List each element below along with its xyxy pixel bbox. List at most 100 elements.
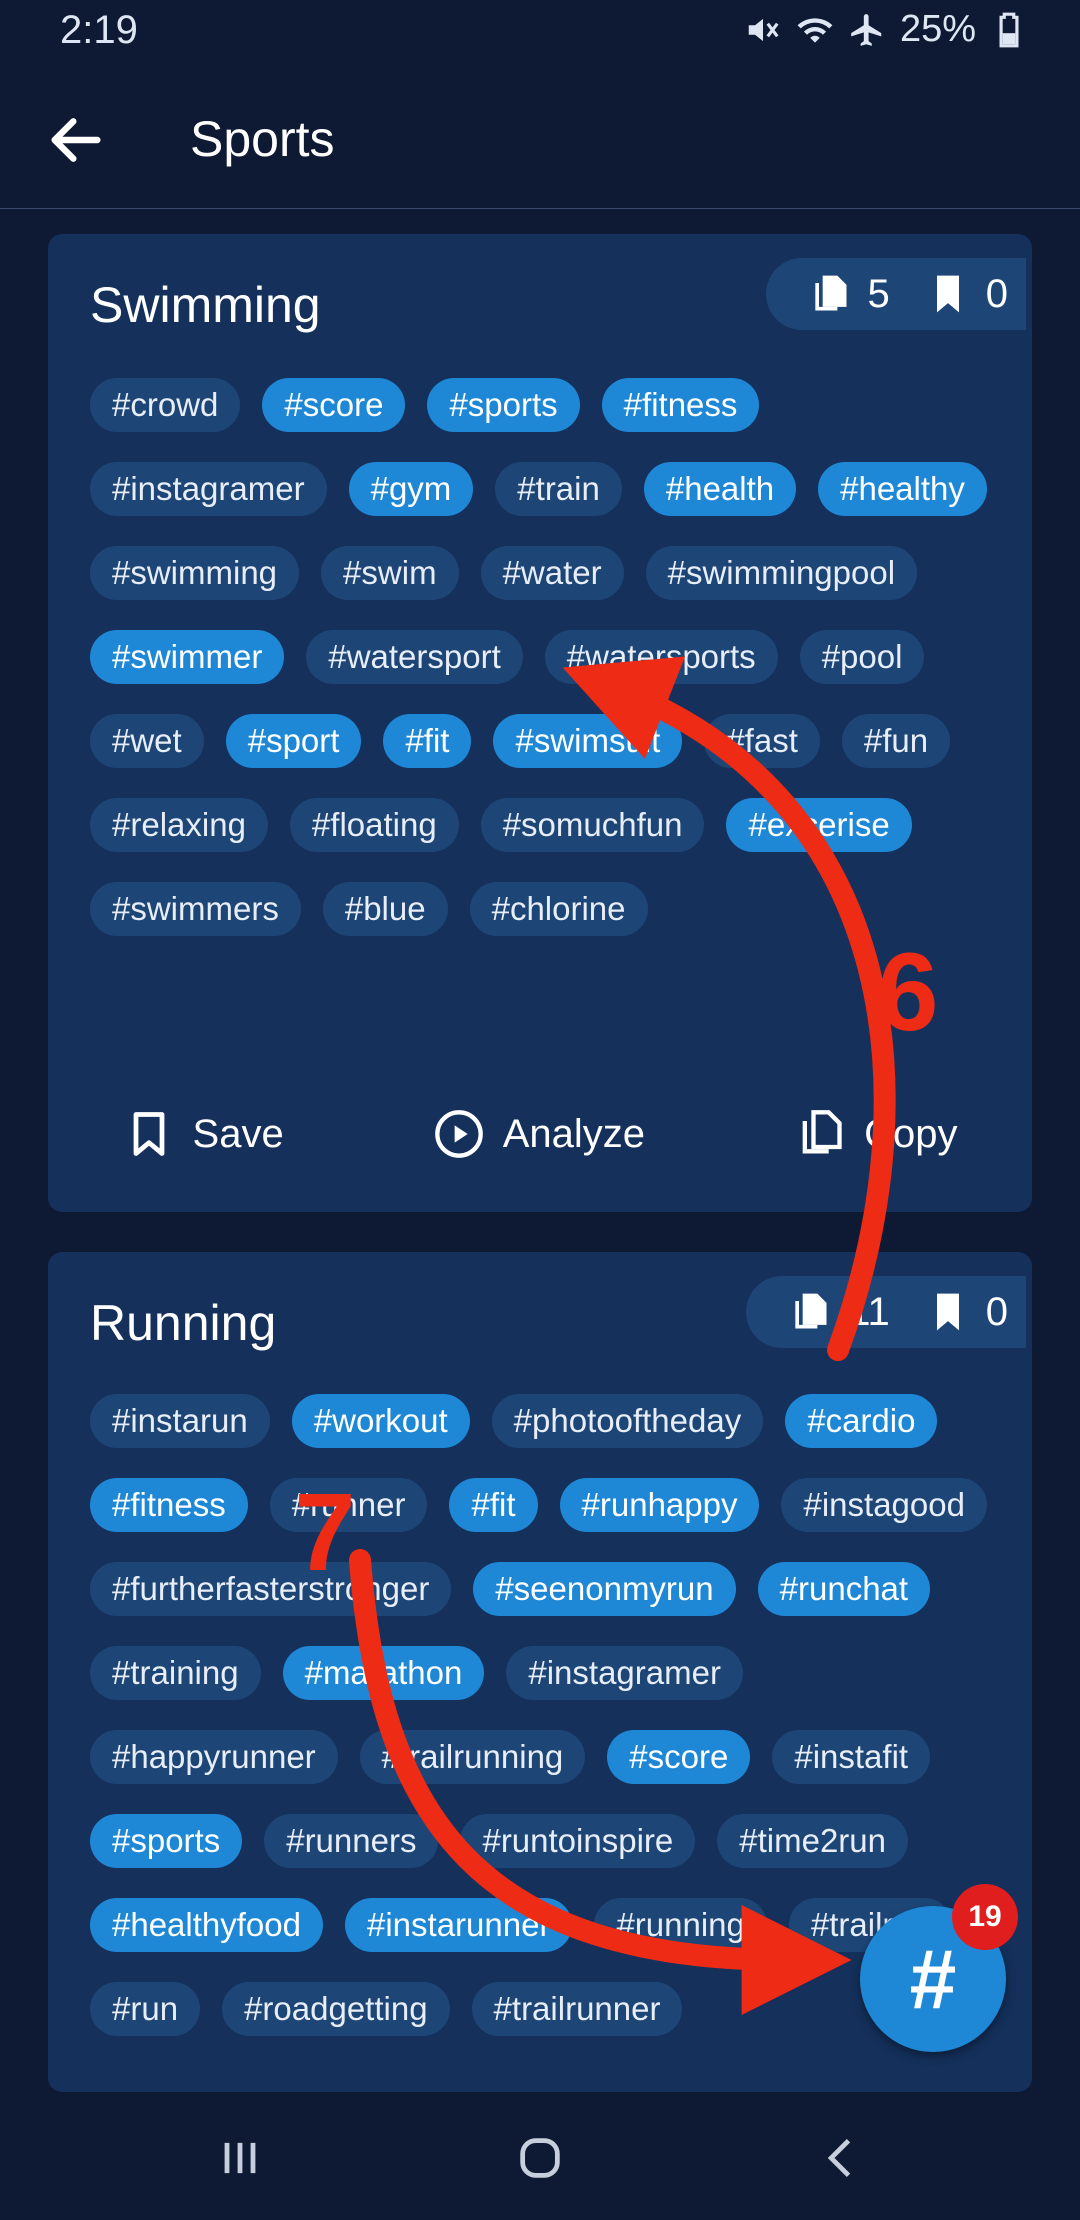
copy-count-icon — [788, 1290, 832, 1334]
page-title: Sports — [190, 111, 335, 167]
hashtag-chip[interactable]: #fitness — [90, 1478, 248, 1532]
recents-icon — [224, 2142, 256, 2174]
hashtag-chip[interactable]: #chlorine — [469, 882, 648, 936]
card-actions: Save Analyze Copy — [48, 1094, 1032, 1174]
hashtag-chip[interactable]: #sports — [90, 1814, 243, 1868]
hashtag-card-swimming: Swimming 5 0 #crowd #score #sports #fitness… — [48, 234, 1032, 1212]
copy-button[interactable]: Copy — [794, 1108, 957, 1160]
play-circle-icon — [434, 1110, 483, 1158]
hashtag-chip[interactable]: #training — [90, 1646, 261, 1700]
hashtag-chip[interactable]: #swim — [321, 546, 459, 600]
hashtag-chip[interactable]: #roadgetting — [222, 1982, 450, 2036]
wifi-icon — [797, 17, 833, 43]
hashtag-chip[interactable]: #watersport — [306, 630, 523, 684]
hashtag-chip[interactable]: #swimmers — [90, 882, 301, 936]
hashtag-chip[interactable]: #fun — [841, 714, 951, 768]
status-time: 2:19 — [60, 8, 138, 52]
hashtag-chip[interactable]: #healthy — [818, 462, 987, 516]
bookmark-icon — [133, 1112, 164, 1156]
copy-count: 5 — [867, 271, 890, 316]
hashtag-chip[interactable]: #healthyfood — [90, 1898, 323, 1952]
hashtag-chip[interactable]: #runtoinspire — [460, 1814, 696, 1868]
hashtag-chip[interactable]: #somuchfun — [480, 798, 705, 852]
hashtag-chip[interactable]: #instagramer — [90, 462, 327, 516]
back-button[interactable] — [44, 108, 108, 172]
card-title: Running — [90, 1295, 277, 1351]
hashtag-chip[interactable]: #pool — [799, 630, 925, 684]
bookmark-count-icon — [926, 1290, 970, 1334]
hashtag-chip[interactable]: #fitness — [601, 378, 760, 432]
hashtag-chip[interactable]: #happyrunner — [90, 1730, 338, 1784]
hashtag-chip[interactable]: #running — [594, 1898, 767, 1952]
bookmark-count-icon — [926, 272, 970, 316]
hashtag-chip[interactable]: #runner — [269, 1478, 428, 1532]
hashtag-chip[interactable]: #photooftheday — [491, 1394, 764, 1448]
nav-back-button[interactable] — [816, 2132, 868, 2184]
battery-icon — [999, 12, 1019, 47]
card-stats: 11 0 — [746, 1276, 1026, 1348]
airplane-icon — [851, 13, 882, 46]
hashtag-chip[interactable]: #instarunner — [345, 1898, 573, 1952]
system-nav-bar — [0, 2094, 1080, 2220]
hashtag-chip[interactable]: #instarun — [90, 1394, 270, 1448]
hashtag-chip[interactable]: #trailrunner — [471, 1982, 683, 2036]
hashtag-chip[interactable]: #swimming — [90, 546, 300, 600]
hashtag-chip[interactable]: #sport — [225, 714, 362, 768]
hashtag-chip[interactable]: #trailrunning — [359, 1730, 586, 1784]
hashtag-chip[interactable]: #sports — [427, 378, 580, 432]
copy-icon — [802, 1110, 842, 1154]
hashtag-chip[interactable]: #fit — [449, 1478, 538, 1532]
hashtag-chip[interactable]: #cardio — [785, 1394, 938, 1448]
hashtag-chip[interactable]: #marathon — [282, 1646, 485, 1700]
hashtag-chip[interactable]: #runhappy — [559, 1478, 760, 1532]
hashtag-chip[interactable]: #water — [480, 546, 624, 600]
card-stats: 5 0 — [765, 258, 1026, 330]
hashtag-chip[interactable]: #seenonmyrun — [473, 1562, 736, 1616]
hashtag-chip[interactable]: #wet — [90, 714, 204, 768]
hashtag-chip[interactable]: #gym — [348, 462, 474, 516]
analyze-button[interactable]: Analyze — [433, 1108, 645, 1160]
home-button[interactable] — [514, 2132, 566, 2184]
hashtag-chip[interactable]: #swimmer — [90, 630, 285, 684]
hashtag-chip[interactable]: #swimsuit — [493, 714, 683, 768]
hashtag-chip[interactable]: #swimmingpool — [645, 546, 918, 600]
arrow-left-icon — [51, 118, 101, 162]
hashtag-chip[interactable]: #runners — [264, 1814, 439, 1868]
recent-apps-button[interactable] — [214, 2132, 266, 2184]
hashtag-chip[interactable]: #instafit — [772, 1730, 931, 1784]
hashtag-chip[interactable]: #crowd — [90, 378, 241, 432]
hashtag-chip[interactable]: #score — [607, 1730, 751, 1784]
hashtag-chip[interactable]: #excerise — [726, 798, 912, 852]
save-count: 0 — [985, 1289, 1008, 1334]
copy-count-icon — [808, 272, 852, 316]
analyze-label: Analyze — [502, 1111, 646, 1156]
hashtag-chip[interactable]: #furtherfasterstronger — [90, 1562, 452, 1616]
hashtag-chip[interactable]: #train — [495, 462, 622, 516]
save-label: Save — [192, 1111, 284, 1156]
hashtag-chip[interactable]: #workout — [291, 1394, 470, 1448]
hashtag-chip[interactable]: #blue — [322, 882, 448, 936]
save-button[interactable]: Save — [123, 1108, 284, 1160]
hashtag-chip[interactable]: #fast — [704, 714, 820, 768]
hashtag-chip[interactable]: #run — [90, 1982, 201, 2036]
hashtag-chip[interactable]: #health — [643, 462, 797, 516]
hashtag-chip[interactable]: #instagood — [781, 1478, 987, 1532]
fab-badge: 19 — [952, 1884, 1018, 1950]
tag-list: #instarun #workout #photooftheday #cardio #f… — [90, 1394, 990, 2036]
save-count: 0 — [985, 271, 1008, 316]
hashtag-chip[interactable]: #score — [262, 378, 406, 432]
status-bar: 2:19 25% — [0, 0, 1080, 72]
mute-icon — [748, 18, 779, 41]
hashtag-chip[interactable]: #instagramer — [506, 1646, 743, 1700]
hashtag-chip[interactable]: #runchat — [757, 1562, 931, 1616]
hashtag-chip[interactable]: #time2run — [717, 1814, 908, 1868]
hashtag-chip[interactable]: #relaxing — [90, 798, 268, 852]
hashtag-chip[interactable]: #floating — [289, 798, 459, 852]
tag-list: #crowd #score #sports #fitness #instagramer #… — [90, 378, 990, 936]
home-icon — [520, 2138, 560, 2178]
card-title: Swimming — [90, 277, 321, 333]
battery-percent: 25% — [899, 8, 976, 50]
status-icons: 25% — [744, 8, 1028, 51]
hashtag-chip[interactable]: #fit — [383, 714, 472, 768]
hashtag-chip[interactable]: #watersports — [544, 630, 778, 684]
